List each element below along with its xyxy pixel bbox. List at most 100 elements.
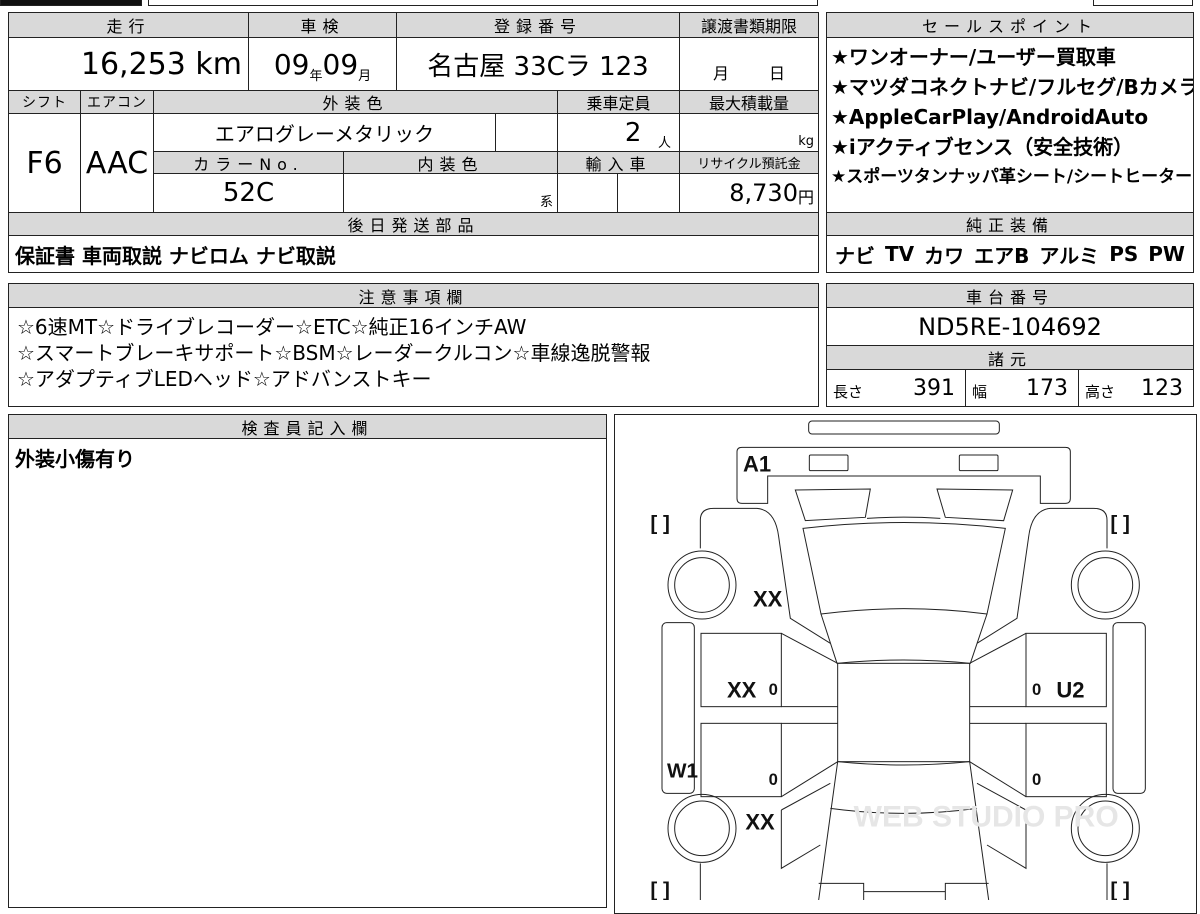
length-value: 391 (913, 375, 955, 401)
width-label: 幅 (972, 383, 988, 401)
exterior-color-value: エアログレーメタリック (153, 113, 496, 152)
damage-label-zero: 0 (1032, 680, 1041, 699)
inspector-notes: 外装小傷有り (8, 438, 607, 908)
bracket-rear-left: [ ] (650, 879, 670, 900)
note-line: ☆スマートブレーキサポート☆BSM☆レーダークルコン☆車線逸脱警報 (17, 341, 651, 365)
damage-label-xx-front: XX (753, 587, 783, 612)
load-unit: kg (798, 134, 814, 149)
inspector-header: 検査員記入欄 (8, 414, 607, 439)
height-value: 123 (1141, 375, 1183, 401)
inspection-year: 09 (273, 47, 310, 81)
color-no-header: カラーNo. (153, 151, 344, 174)
sales-point: ★iアクティブセンス（安全技術） (831, 135, 1134, 159)
interior-color-header: 内装色 (343, 151, 558, 174)
bracket-rear-right: [ ] (1110, 879, 1129, 900)
month-unit: 月 (358, 69, 372, 84)
notes-list: ☆6速MT☆ドライブレコーダー☆ETC☆純正16インチAW ☆スマートブレーキサ… (8, 307, 819, 407)
imported-cell-2 (617, 173, 680, 213)
length-label: 長さ (833, 383, 864, 401)
imported-header: 輸入車 (557, 151, 680, 174)
specs-header: 諸元 (826, 345, 1194, 370)
imported-cell-1 (557, 173, 618, 213)
damage-label-w1: W1 (667, 759, 698, 782)
watermark: WEB STUDIO PRO (854, 801, 1119, 834)
notes-header: 注意事項欄 (8, 283, 819, 308)
chassis-no-value: ND5RE-104692 (826, 307, 1194, 346)
note-line: ☆6速MT☆ドライブレコーダー☆ETC☆純正16インチAW (17, 315, 527, 339)
sales-point: ★ワンオーナー/ユーザー買取車 (831, 45, 1116, 69)
max-load-header: 最大積載量 (679, 90, 819, 114)
equipment-item: エアB (974, 243, 1030, 268)
inspection-month: 09 (322, 47, 359, 81)
damage-label-zero: 0 (1032, 770, 1041, 789)
capacity-value: 2 人 (557, 113, 680, 152)
right-side-panels (969, 507, 1146, 900)
inspection-value: 09 年 09 月 (248, 37, 397, 91)
damage-label-xx-rear: XX (745, 809, 775, 834)
exterior-color-header: 外装色 (153, 90, 558, 114)
registration-header: 登録番号 (396, 12, 680, 38)
top-strip-right (1093, 0, 1193, 6)
damage-label-xx-door: XX (727, 677, 757, 702)
sales-points-header: セールスポイント (826, 12, 1194, 38)
bracket-front-right: [ ] (1110, 512, 1129, 535)
aircon-header: エアコン (80, 90, 154, 114)
inspector-note: 外装小傷有り (15, 447, 135, 471)
mileage-header: 走行 (8, 12, 249, 38)
recycle-fee-number: 8,730 (729, 179, 798, 207)
recycle-fee-header: リサイクル預託金 (679, 151, 819, 174)
car-damage-diagram: [ ] [ ] [ ] [ ] A1 XX XX 0 0 U2 W1 0 0 X… (650, 420, 1146, 900)
interior-suffix: 系 (539, 195, 553, 210)
shift-header: シフト (8, 90, 81, 114)
aircon-value: AAC (80, 113, 154, 213)
capacity-unit: 人 (657, 136, 671, 151)
sales-point: ★マツダコネクトナビ/フルセグ/Bカメラ (831, 75, 1194, 99)
mileage-number: 16,253 (80, 46, 186, 82)
equipment-item: カワ (924, 243, 965, 268)
equipment-item: アルミ (1039, 243, 1100, 268)
bracket-front-left: [ ] (650, 512, 670, 535)
later-parts-header: 後日発送部品 (8, 212, 819, 236)
damage-label-zero: 0 (769, 770, 778, 789)
spec-width: 幅 173 (965, 369, 1079, 407)
chassis-no-header: 車台番号 (826, 283, 1194, 308)
equipment-item: PW (1148, 242, 1185, 266)
shift-value: F6 (8, 113, 81, 213)
year-unit: 年 (309, 69, 323, 84)
standard-equipment-header: 純正装備 (826, 212, 1194, 236)
capacity-header: 乗車定員 (557, 90, 680, 114)
transfer-deadline-value: 月日 (679, 37, 819, 91)
max-load-value: kg (679, 113, 819, 152)
exterior-color-code-cell (495, 113, 558, 152)
height-label: 高さ (1085, 383, 1116, 401)
spec-length: 長さ 391 (826, 369, 966, 407)
mileage-unit: km (195, 46, 242, 82)
width-value: 173 (1026, 375, 1068, 401)
standard-equipment-list: ナビ TV カワ エアB アルミ PS PW (826, 235, 1194, 273)
equipment-item: ナビ (835, 243, 875, 268)
color-no-value: 52C (153, 173, 344, 213)
inspection-header: 車検 (248, 12, 397, 38)
damage-label-zero: 0 (769, 680, 778, 699)
sales-points-list: ★ワンオーナー/ユーザー買取車 ★マツダコネクトナビ/フルセグ/Bカメラ ★Ap… (826, 37, 1194, 213)
deadline-month: 月 (712, 64, 729, 83)
equipment-item: TV (885, 242, 915, 266)
damage-label-u2: U2 (1056, 677, 1084, 702)
interior-color-value: 系 (343, 173, 558, 213)
note-line: ☆アダプティブLEDヘッド☆アドバンストキー (17, 367, 432, 391)
later-parts-value: 保証書 車両取説 ナビロム ナビ取説 (8, 235, 819, 273)
registration-value: 名古屋 33Cラ 123 (396, 37, 680, 91)
capacity-number: 2 (624, 117, 642, 148)
recycle-fee-value: 8,730 円 (679, 173, 819, 213)
equipment-item: PS (1109, 242, 1139, 266)
spec-height: 高さ 123 (1078, 369, 1194, 407)
deadline-day: 日 (769, 64, 786, 83)
transfer-deadline-header: 譲渡書類期限 (679, 12, 819, 38)
damage-label-a1: A1 (743, 452, 771, 477)
sales-point: ★スポーツタンナッパ革シート/シートヒーター (831, 167, 1193, 187)
sales-point: ★AppleCarPlay/AndroidAuto (831, 105, 1149, 129)
mileage-value: 16,253 km (8, 37, 249, 91)
top-black-bar (0, 0, 142, 6)
recycle-unit: 円 (797, 188, 814, 207)
top-strip (148, 0, 818, 6)
